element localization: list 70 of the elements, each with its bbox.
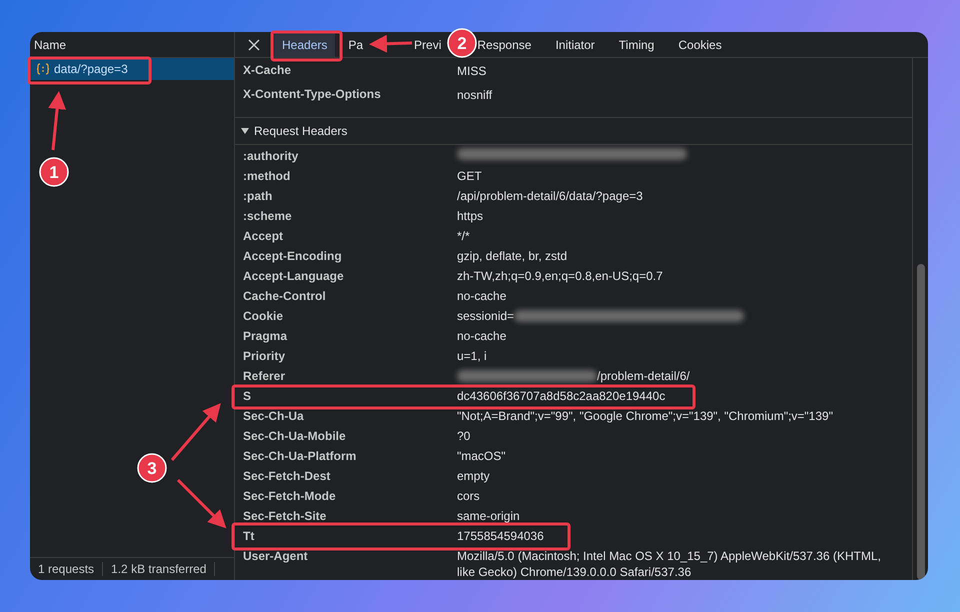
header-name: Sec-Ch-Ua-Platform (243, 448, 358, 465)
header-name: Sec-Fetch-Mode (243, 488, 337, 505)
close-icon[interactable] (248, 38, 260, 50)
status-text: 1.2 kB transferred (103, 562, 216, 576)
header-name: X-Cache (243, 62, 292, 79)
header-value: /problem-detail/6/ (597, 368, 690, 384)
header-value: cors (457, 488, 480, 504)
header-value: gzip, deflate, br, zstd (457, 248, 568, 264)
header-value: no-cache (457, 288, 506, 304)
header-name: Pragma (243, 328, 288, 345)
header-value: same-origin (457, 508, 520, 524)
header-name: Accept-Encoding (243, 248, 343, 265)
header-name: User-Agent (243, 548, 309, 565)
header-name: Sec-Ch-Ua (243, 408, 305, 425)
number-badge: 2 (447, 28, 477, 58)
header-name: Sec-Fetch-Dest (243, 468, 332, 485)
header-value: "macOS" (457, 448, 506, 464)
header-name: Accept-Language (243, 268, 345, 285)
header-value: */* (457, 228, 470, 244)
header-value: nosniff (457, 87, 492, 103)
tab[interactable]: Response (474, 34, 534, 54)
tab[interactable]: Cookies (675, 34, 725, 54)
header-name: Sec-Ch-Ua-Mobile (243, 428, 347, 445)
header-name: :scheme (243, 208, 293, 225)
tab[interactable]: Timing (616, 34, 658, 54)
highlight-box (270, 30, 342, 62)
annotation-arrow (170, 403, 221, 461)
tab[interactable]: Pa (345, 34, 366, 54)
header-name: Cache-Control (243, 288, 327, 305)
disclosure-triangle-icon[interactable] (241, 127, 249, 135)
header-name: :method (243, 168, 292, 185)
annotation-arrow (369, 34, 412, 53)
tab[interactable]: Headers (274, 32, 336, 56)
header-value: zh-TW,zh;q=0.9,en;q=0.8,en-US;q=0.7 (457, 268, 663, 284)
annotation-arrow (176, 478, 226, 528)
header-name: Tt (243, 528, 256, 545)
column-header: Name (34, 38, 66, 52)
header-value: dc43606f36707a8d58c2aa820e19440c (457, 388, 666, 404)
section-header[interactable]: Request Headers (235, 117, 912, 145)
header-value: u=1, i (457, 348, 487, 364)
scrollbar-thumb[interactable] (917, 264, 925, 580)
header-value: 1755854594036 (457, 528, 544, 544)
header-value: sessionid= (457, 308, 514, 324)
tab[interactable]: Initiator (552, 34, 598, 54)
number-badge: 3 (137, 453, 167, 483)
section-title: Request Headers (254, 124, 348, 138)
header-name: Accept (243, 228, 284, 245)
header-name: Referer (243, 368, 286, 385)
number-badge: 1 (39, 157, 69, 187)
header-value: "Not;A=Brand";v="99", "Google Chrome";v="139", "Chromium";v="139" (457, 408, 833, 424)
header-name: Sec-Fetch-Site (243, 508, 328, 525)
header-name: S (243, 388, 252, 405)
header-value: MISS (457, 63, 486, 79)
header-value: empty (457, 468, 490, 484)
header-value: Mozilla/5.0 (Macintosh; Intel Mac OS X 10_15_7) AppleWebKit/537.36 (KHTML, like Gecko) Chrome/139.0.0.0 Safari/537.36 (457, 548, 882, 580)
header-value: ?0 (457, 428, 470, 444)
request-row[interactable]: data/?page=3 (30, 58, 234, 80)
header-name: :path (243, 188, 274, 205)
annotation-arrow (48, 91, 66, 150)
header-value: no-cache (457, 328, 506, 344)
header-name: X-Content-Type-Options (243, 86, 382, 103)
status-text: 1 requests (30, 562, 104, 576)
header-name: :authority (243, 148, 300, 165)
braces-icon (36, 63, 50, 75)
header-value: https (457, 208, 484, 224)
header-value: /api/problem-detail/6/data/?page=3 (457, 188, 643, 204)
header-name: Cookie (243, 308, 284, 325)
header-name: Priority (243, 348, 286, 365)
tab[interactable]: Previ (411, 34, 444, 54)
header-value: GET (457, 168, 482, 184)
